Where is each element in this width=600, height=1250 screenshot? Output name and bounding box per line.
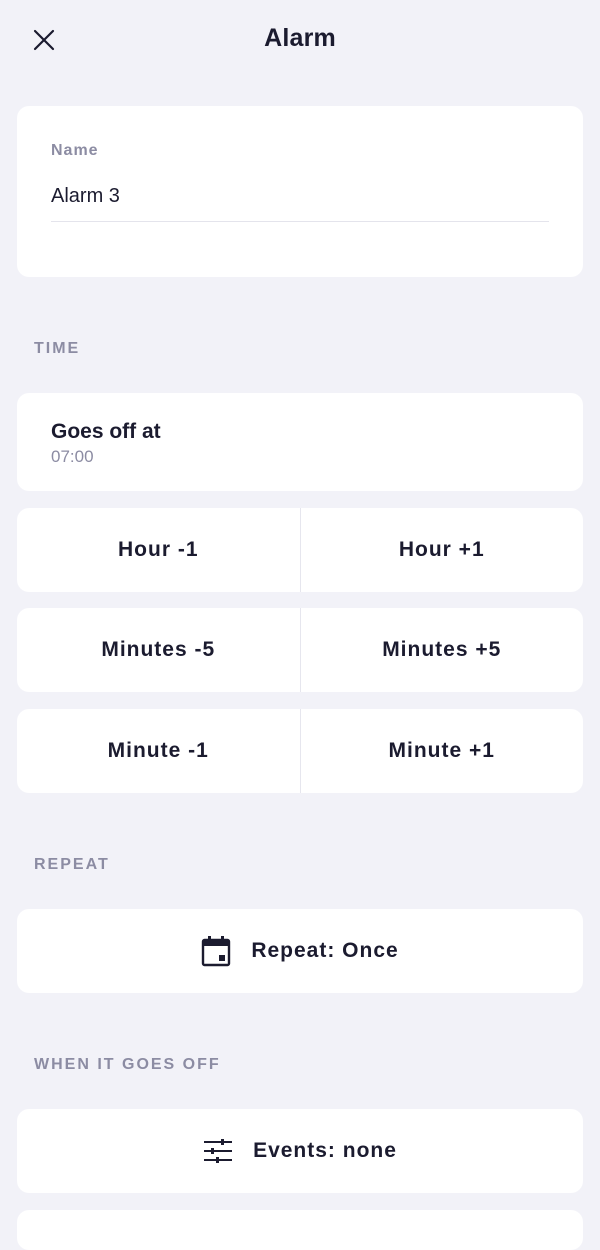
name-label: Name: [51, 142, 99, 159]
time-section-label: TIME: [34, 340, 81, 357]
minutes-plus-five-button[interactable]: Minutes +5: [299, 608, 584, 692]
hour-plus-button[interactable]: Hour +1: [299, 508, 584, 592]
events-section-label: WHEN IT GOES OFF: [34, 1056, 221, 1073]
calendar-icon: [201, 935, 231, 967]
goes-off-value: 07:00: [51, 447, 94, 466]
events-button-label: Events: none: [253, 1139, 397, 1162]
minute-one-adjust-row: Minute -1 Minute +1: [17, 709, 583, 793]
next-card-peek: [17, 1210, 583, 1250]
events-button[interactable]: Events: none: [17, 1109, 583, 1193]
name-input[interactable]: [51, 172, 549, 222]
repeat-section-label: REPEAT: [34, 856, 110, 873]
minute-minus-one-button[interactable]: Minute -1: [17, 709, 300, 793]
name-card: Name: [17, 106, 583, 277]
repeat-button-label: Repeat: Once: [251, 939, 399, 962]
hour-minus-button[interactable]: Hour -1: [17, 508, 300, 592]
minute-plus-one-button[interactable]: Minute +1: [299, 709, 584, 793]
sliders-icon: [203, 1138, 233, 1164]
goes-off-card[interactable]: Goes off at 07:00: [17, 393, 583, 491]
hour-adjust-row: Hour -1 Hour +1: [17, 508, 583, 592]
repeat-button[interactable]: Repeat: Once: [17, 909, 583, 993]
minutes-five-adjust-row: Minutes -5 Minutes +5: [17, 608, 583, 692]
app-header: Alarm: [0, 0, 600, 78]
minutes-minus-five-button[interactable]: Minutes -5: [17, 608, 300, 692]
page-title: Alarm: [264, 24, 336, 52]
goes-off-title: Goes off at: [51, 420, 161, 443]
